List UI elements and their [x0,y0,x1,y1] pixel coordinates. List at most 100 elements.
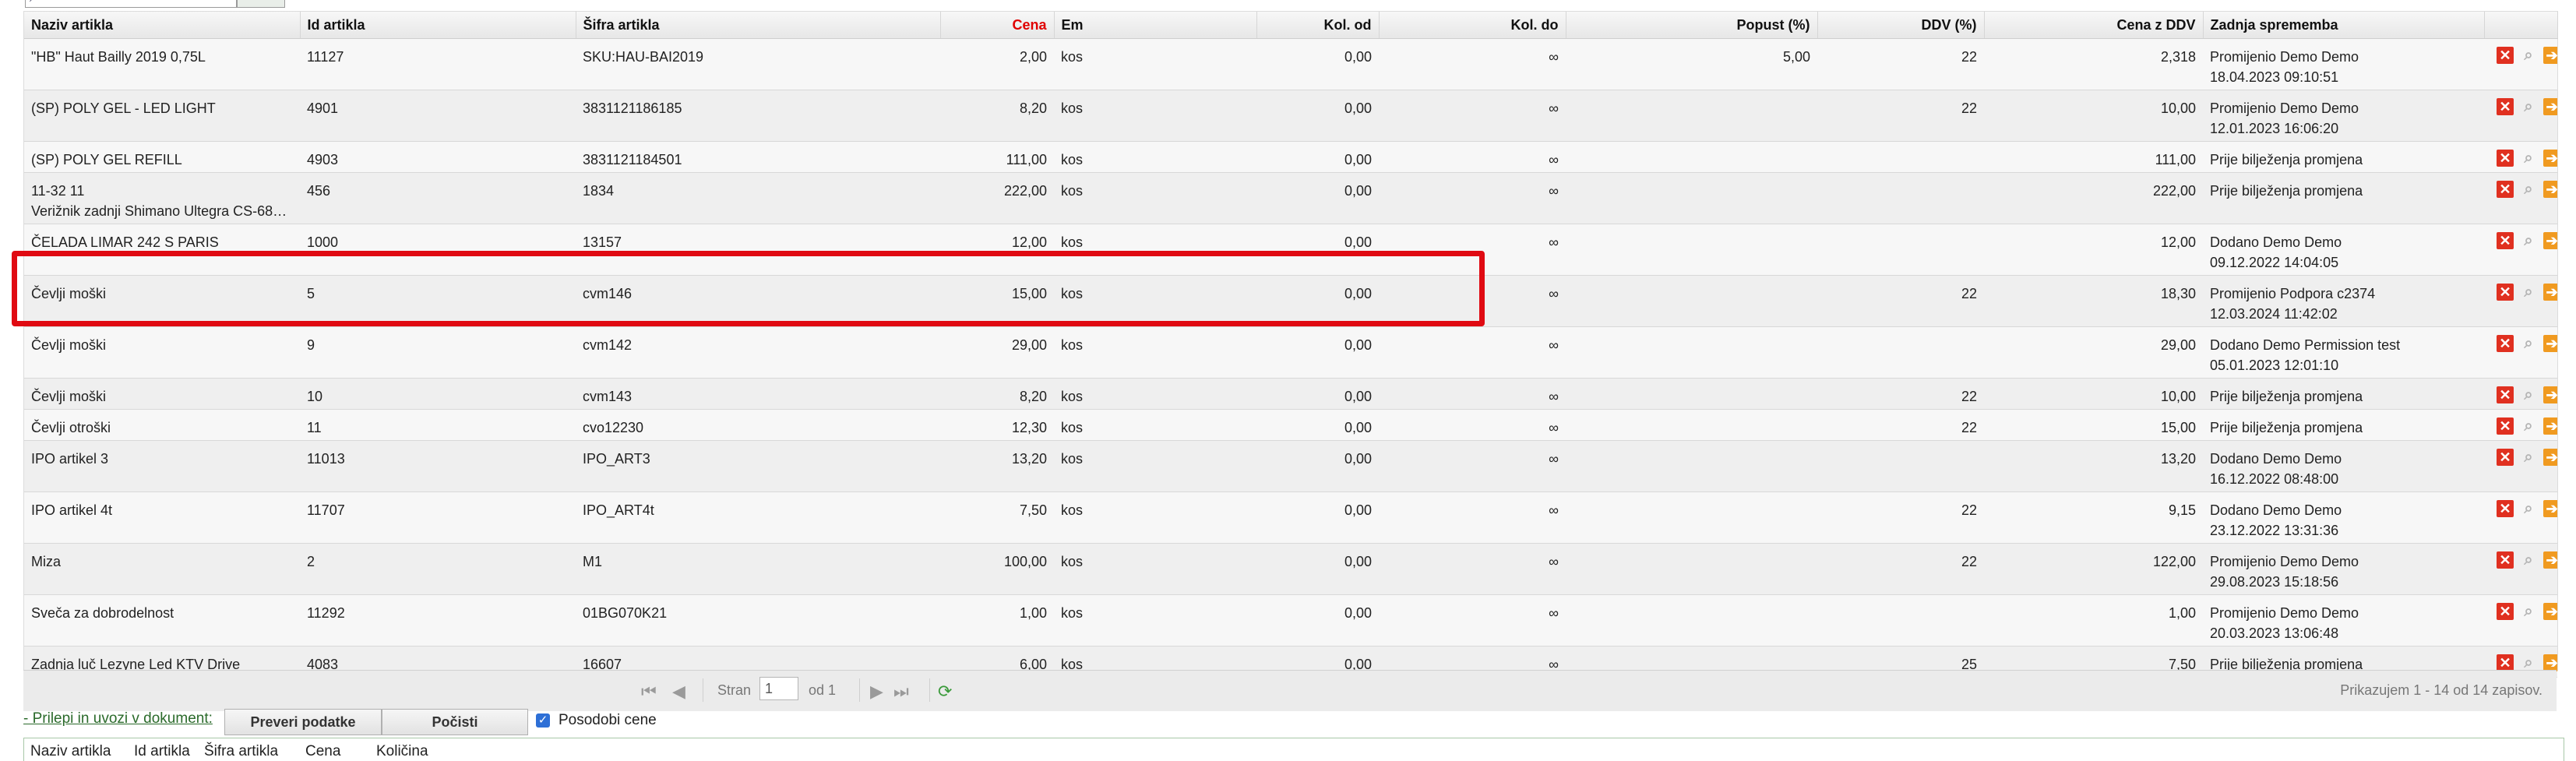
paste-import-link[interactable]: - Prilepi in uvozi v dokument: [23,710,213,728]
row-last-change-line: Promijenio Podpora c2374 [2210,286,2376,301]
arrow-right-icon[interactable]: ➔ [2543,181,2557,198]
col-header-name[interactable]: Naziv artikla [24,12,301,39]
row-name-line: Miza [31,554,62,569]
delete-icon[interactable]: ✕ [2497,417,2514,435]
prev-page-icon[interactable]: ◀ [672,682,685,702]
row-name: Čevlji moški [24,326,300,379]
delete-icon[interactable]: ✕ [2497,284,2514,301]
paperclip-icon[interactable]: ⌕ [2520,150,2537,167]
row-vat: 22 [1817,543,1984,595]
row-unit: kos [1054,378,1256,410]
row-price-vat: 18,30 [1984,275,2203,327]
clear-button[interactable]: Počisti [382,709,528,735]
top-link[interactable] [304,0,308,2]
table-row[interactable]: Čevlji moški 10 cvm143 8,20 kos 0,00 ∞ 22 10,00 P… [24,378,2557,410]
table-row[interactable]: (SP) POLY GEL REFILL 4903 3831121184501 111… [24,141,2557,173]
row-name-line: Čevlji moški [31,337,107,353]
delete-icon[interactable]: ✕ [2497,551,2514,569]
arrow-right-icon[interactable]: ➔ [2543,603,2557,620]
arrow-right-icon[interactable]: ➔ [2543,335,2557,352]
row-discount [1566,378,1817,410]
paperclip-icon[interactable]: ⌕ [2520,449,2537,466]
col-header-discount[interactable]: Popust (%) [1566,12,1818,39]
row-sku: 3831121186185 [576,90,940,142]
row-price-vat: 2,318 [1984,38,2203,90]
delete-icon[interactable]: ✕ [2497,449,2514,466]
table-row[interactable]: Čevlji otroški 11 cvo12230 12,30 kos 0,00 ∞ 22 1… [24,409,2557,441]
paperclip-icon[interactable]: ⌕ [2520,500,2537,517]
paperclip-icon[interactable]: ⌕ [2520,47,2537,64]
arrow-right-icon[interactable]: ➔ [2543,654,2557,671]
delete-icon[interactable]: ✕ [2497,500,2514,517]
row-sku: cvo12230 [576,409,940,441]
col-header-price-vat[interactable]: Cena z DDV [1984,12,2204,39]
arrow-right-icon[interactable]: ➔ [2543,150,2557,167]
row-price: 7,50 [940,491,1054,544]
paperclip-icon[interactable]: ⌕ [2520,654,2537,671]
col-header-qty-from[interactable]: Kol. od [1256,12,1380,39]
col-header-id[interactable]: Id artikla [300,12,576,39]
delete-icon[interactable]: ✕ [2497,47,2514,64]
arrow-right-icon[interactable]: ➔ [2543,500,2557,517]
delete-icon[interactable]: ✕ [2497,181,2514,198]
search-button[interactable] [237,0,285,8]
table-row[interactable]: IPO artikel 3 11013 IPO_ART3 13,20 kos 0,00 ∞ 1… [24,440,2557,492]
paperclip-icon[interactable]: ⌕ [2520,284,2537,301]
delete-icon[interactable]: ✕ [2497,98,2514,115]
row-unit: kos [1054,440,1256,492]
update-prices-checkbox[interactable]: ✓ [536,713,550,728]
delete-icon[interactable]: ✕ [2497,335,2514,352]
row-name: 11-32 11 Verižnik zadnji Shimano Ultegra … [24,172,300,224]
next-page-icon[interactable]: ▶ [870,682,883,702]
last-page-icon[interactable]: ⏭ [893,682,909,702]
paperclip-icon[interactable]: ⌕ [2520,417,2537,435]
row-last-change-line: Dodano Demo Demo [2210,502,2342,518]
col-header-vat[interactable]: DDV (%) [1817,12,1985,39]
col-header-qty-to[interactable]: Kol. do [1379,12,1566,39]
row-id: 10 [300,378,576,410]
table-row[interactable]: IPO artikel 4t 11707 IPO_ART4t 7,50 kos 0,00 ∞… [24,491,2557,544]
paperclip-icon[interactable]: ⌕ [2520,386,2537,403]
delete-icon[interactable]: ✕ [2497,654,2514,671]
check-data-button[interactable]: Preveri podatke [224,709,382,735]
page-number-input[interactable]: 1 [759,677,798,700]
delete-icon[interactable]: ✕ [2497,603,2514,620]
row-actions: ✕ ⌕ ➔ [2484,491,2557,544]
paperclip-icon[interactable]: ⌕ [2520,181,2537,198]
arrow-right-icon[interactable]: ➔ [2543,232,2557,249]
row-price-vat: 10,00 [1984,90,2203,142]
arrow-right-icon[interactable]: ➔ [2543,386,2557,403]
arrow-right-icon[interactable]: ➔ [2543,47,2557,64]
refresh-icon[interactable]: ⟳ [938,682,952,702]
delete-icon[interactable]: ✕ [2497,232,2514,249]
arrow-right-icon[interactable]: ➔ [2543,449,2557,466]
row-unit: kos [1054,172,1256,224]
col-header-last-change[interactable]: Zadnja sprememba [2203,12,2485,39]
delete-icon[interactable]: ✕ [2497,386,2514,403]
table-row[interactable]: Sveča za dobrodelnost 11292 01BG070K21 1,00… [24,594,2557,646]
search-input[interactable] [25,0,237,8]
paperclip-icon[interactable]: ⌕ [2520,551,2537,569]
row-qty-to: ∞ [1379,90,1566,142]
row-discount [1566,224,1817,276]
arrow-right-icon[interactable]: ➔ [2543,284,2557,301]
col-header-sku[interactable]: Šifra artikla [576,12,941,39]
arrow-right-icon[interactable]: ➔ [2543,551,2557,569]
delete-icon[interactable]: ✕ [2497,150,2514,167]
table-row[interactable]: Čevlji moški 9 cvm142 29,00 kos 0,00 ∞ 29,00 Dod… [24,326,2557,379]
paperclip-icon[interactable]: ⌕ [2520,98,2537,115]
paperclip-icon[interactable]: ⌕ [2520,335,2537,352]
table-row[interactable]: 11-32 11 Verižnik zadnji Shimano Ultegra … [24,172,2557,224]
row-qty-to: ∞ [1379,38,1566,90]
first-page-icon[interactable]: ⏮ [641,682,657,702]
arrow-right-icon[interactable]: ➔ [2543,417,2557,435]
row-qty-to: ∞ [1379,491,1566,544]
table-row[interactable]: "HB" Haut Bailly 2019 0,75L 11127 SKU:HAU-… [24,38,2557,90]
table-row[interactable]: Miza 2 M1 100,00 kos 0,00 ∞ 22 122,00 Promijenio … [24,543,2557,595]
col-header-unit[interactable]: Em [1054,12,1257,39]
table-row[interactable]: (SP) POLY GEL - LED LIGHT 4901 38311211861… [24,90,2557,142]
paperclip-icon[interactable]: ⌕ [2520,232,2537,249]
arrow-right-icon[interactable]: ➔ [2543,98,2557,115]
paperclip-icon[interactable]: ⌕ [2520,603,2537,620]
col-header-price[interactable]: Cena [940,12,1055,39]
